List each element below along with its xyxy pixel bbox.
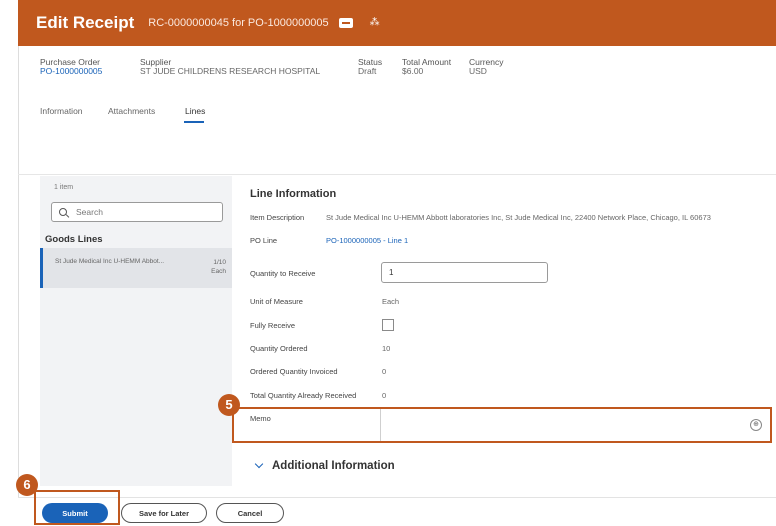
search-input[interactable]: Search [51, 202, 223, 222]
page-subtitle: RC-0000000045 for PO-1000000005 [148, 17, 329, 29]
total-amount-value: $6.00 [402, 66, 424, 76]
memo-highlight-box [232, 407, 772, 443]
search-icon [59, 207, 68, 217]
tab-information[interactable]: Information [40, 106, 83, 116]
step-5-badge: 5 [218, 394, 240, 416]
list-item[interactable]: St Jude Medical Inc U-HEMM Abbot... 1/10… [40, 248, 232, 288]
goods-lines-title: Goods Lines [45, 234, 103, 245]
line-item-quantity: 1/10 Each [211, 258, 226, 276]
divider [18, 174, 776, 175]
supplier-value: ST JUDE CHILDRENS RESEARCH HOSPITAL [140, 66, 321, 76]
quantity-ordered-label: Quantity Ordered [250, 344, 308, 353]
step-6-badge: 6 [16, 474, 38, 496]
quantity-ordered-value: 10 [382, 344, 391, 353]
quantity-to-receive-input[interactable]: 1 [381, 262, 548, 283]
line-item-description: St Jude Medical Inc U-HEMM Abbot... [55, 258, 165, 265]
line-item-quantity-value: 1/10 [213, 259, 226, 266]
org-chart-icon[interactable]: ⁂ [369, 18, 381, 28]
receipt-summary: Purchase Order PO-1000000005 Supplier ST… [40, 58, 760, 84]
fully-receive-checkbox[interactable] [382, 319, 394, 331]
po-line-label: PO Line [250, 236, 278, 245]
fully-receive-label: Fully Receive [250, 321, 296, 330]
tab-lines[interactable]: Lines [185, 106, 205, 116]
item-description-label: Item Description [250, 213, 305, 222]
page-header: Edit Receipt RC-0000000045 for PO-100000… [18, 0, 776, 46]
total-quantity-received-label: Total Quantity Already Received [250, 391, 357, 400]
tab-attachments[interactable]: Attachments [108, 106, 155, 116]
submit-highlight-box [34, 490, 120, 525]
ordered-quantity-invoiced-value: 0 [382, 367, 387, 376]
currency-field: Currency USD [469, 58, 503, 76]
related-actions-icon[interactable] [338, 18, 353, 28]
purchase-order-field: Purchase Order PO-1000000005 [40, 58, 102, 76]
unit-of-measure-label: Unit of Measure [250, 297, 303, 306]
item-description-value: St Jude Medical Inc U-HEMM Abbott labora… [326, 213, 711, 222]
search-placeholder: Search [76, 207, 103, 217]
cancel-button[interactable]: Cancel [216, 503, 284, 523]
additional-information-toggle[interactable]: Additional Information [272, 460, 395, 472]
purchase-order-link[interactable]: PO-1000000005 [40, 67, 102, 76]
line-item-unit: Each [211, 268, 226, 275]
currency-value: USD [469, 66, 487, 76]
page-title: Edit Receipt [36, 13, 135, 32]
lines-panel: 1 item Search Goods Lines St Jude Medica… [40, 176, 232, 486]
status-value: Draft [358, 66, 377, 76]
item-count: 1 item [54, 184, 74, 191]
status-field: Status Draft [358, 58, 382, 76]
ordered-quantity-invoiced-label: Ordered Quantity Invoiced [250, 367, 338, 376]
po-line-link[interactable]: PO-1000000005 - Line 1 [326, 236, 408, 245]
active-tab-indicator [184, 121, 204, 123]
total-amount-field: Total Amount $6.00 [402, 58, 451, 76]
unit-of-measure-value: Each [382, 297, 400, 306]
save-for-later-button[interactable]: Save for Later [121, 503, 207, 523]
total-quantity-received-value: 0 [382, 391, 387, 400]
supplier-field: Supplier ST JUDE CHILDRENS RESEARCH HOSP… [140, 58, 320, 76]
line-information-heading: Line Information [250, 188, 337, 200]
quantity-to-receive-label: Quantity to Receive [250, 269, 316, 278]
